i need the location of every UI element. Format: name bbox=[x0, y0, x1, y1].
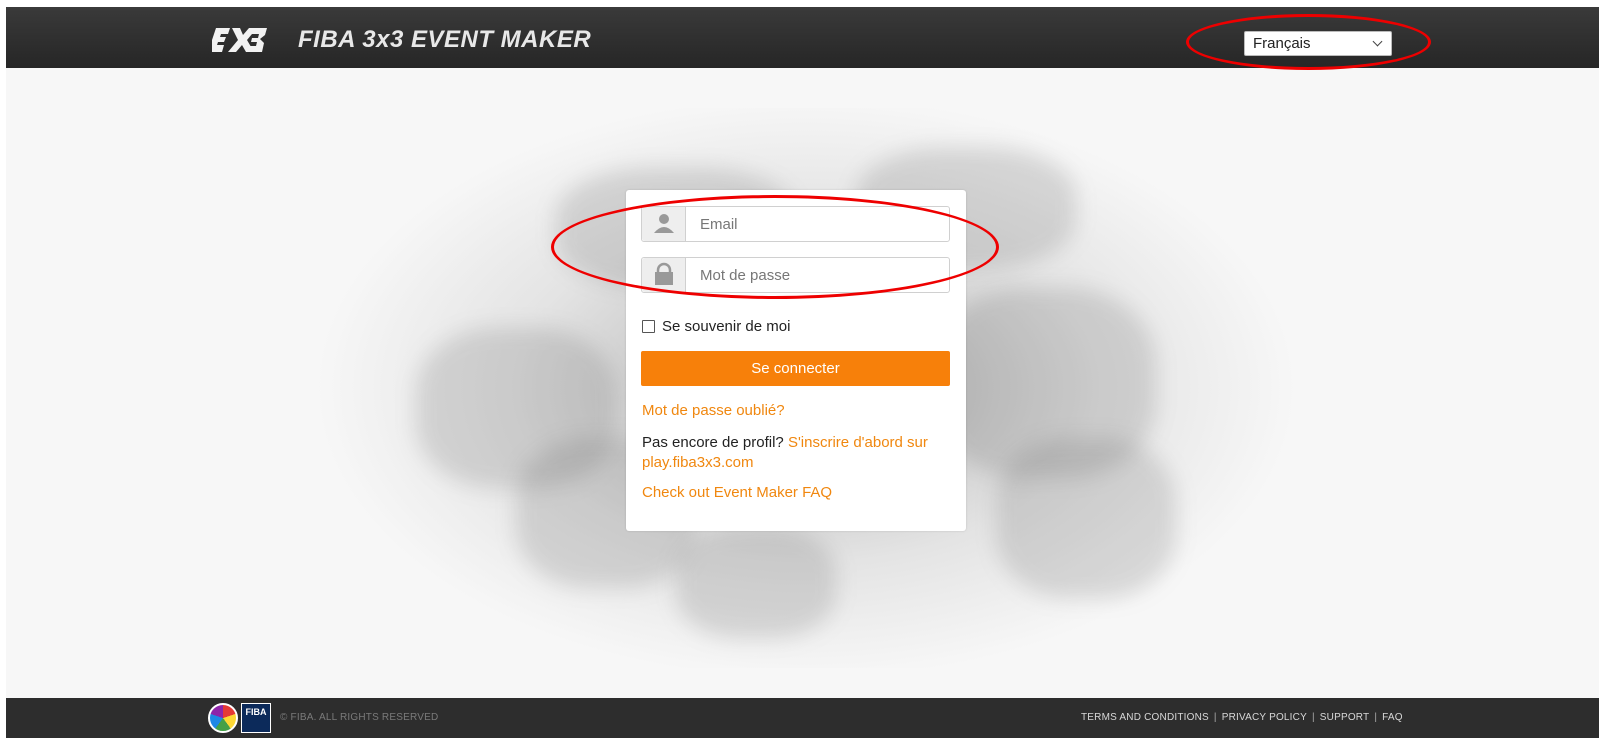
privacy-link[interactable]: PRIVACY POLICY bbox=[1222, 712, 1307, 723]
password-addon bbox=[642, 258, 686, 292]
login-card: Se souvenir de moi Se connecter Mot de p… bbox=[626, 190, 966, 531]
remember-checkbox[interactable] bbox=[642, 320, 655, 333]
footer: FIBA © FIBA. ALL RIGHTS RESERVED TERMS A… bbox=[6, 698, 1599, 738]
password-input[interactable] bbox=[687, 258, 949, 292]
divider: | bbox=[1374, 712, 1378, 723]
3x3-logo-icon[interactable] bbox=[212, 26, 268, 54]
support-link[interactable]: SUPPORT bbox=[1320, 712, 1370, 723]
divider: | bbox=[1311, 712, 1315, 723]
copyright-text: © FIBA. ALL RIGHTS RESERVED bbox=[280, 712, 439, 723]
signup-prefix: Pas encore de profil? bbox=[642, 434, 784, 451]
password-field-group bbox=[641, 257, 950, 293]
remember-label: Se souvenir de moi bbox=[662, 318, 791, 335]
fiba-badge: FIBA bbox=[241, 703, 271, 733]
divider: | bbox=[1213, 712, 1217, 723]
email-field-group bbox=[641, 206, 950, 242]
footer-faq-link[interactable]: FAQ bbox=[1382, 712, 1403, 723]
remember-me[interactable]: Se souvenir de moi bbox=[642, 318, 790, 335]
lock-icon bbox=[655, 262, 673, 285]
faq-link[interactable]: Check out Event Maker FAQ bbox=[642, 484, 832, 501]
fiba-logo[interactable]: FIBA bbox=[208, 703, 272, 733]
chevron-down-icon bbox=[1372, 36, 1383, 47]
app-title: FIBA 3x3 EVENT MAKER bbox=[298, 26, 592, 53]
terms-link[interactable]: TERMS AND CONDITIONS bbox=[1081, 712, 1209, 723]
email-addon bbox=[642, 207, 686, 241]
forgot-password-link[interactable]: Mot de passe oublié? bbox=[642, 402, 785, 419]
login-button[interactable]: Se connecter bbox=[641, 351, 950, 386]
language-selected-value: Français bbox=[1253, 35, 1311, 52]
user-icon bbox=[654, 214, 674, 233]
email-input[interactable] bbox=[687, 207, 949, 241]
language-select[interactable]: Français bbox=[1244, 31, 1392, 56]
fiba-globe-icon bbox=[208, 703, 238, 733]
page: FIBA 3x3 EVENT MAKER Français Email Se s… bbox=[0, 0, 1599, 748]
signup-text: Pas encore de profil? S'inscrire d'abord… bbox=[642, 433, 942, 473]
top-header: FIBA 3x3 EVENT MAKER Français bbox=[6, 7, 1599, 68]
footer-links: TERMS AND CONDITIONS | PRIVACY POLICY | SUPP… bbox=[1081, 712, 1403, 723]
